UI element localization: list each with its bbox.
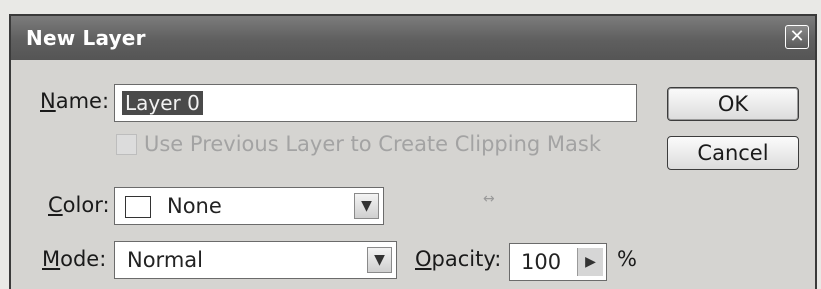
mode-label-rest: ode: [60, 247, 107, 271]
clipping-mask-label: Use Previous Layer to Create Clipping Ma… [144, 132, 601, 156]
opacity-input[interactable]: 100 ▶ [509, 243, 607, 281]
opacity-unit: % [617, 247, 637, 271]
opacity-label: Opacity: [415, 247, 502, 271]
dialog-body: Name: Layer 0 OK Cancel Use Previous Lay… [11, 60, 815, 289]
color-select[interactable]: None ▼ [114, 187, 384, 225]
mouse-cursor-icon: ↔ [483, 191, 495, 207]
color-select-value: None [167, 194, 222, 218]
color-swatch [125, 196, 151, 218]
mode-select-value: Normal [127, 248, 203, 272]
dialog-title: New Layer [26, 26, 146, 50]
opacity-label-rest: pacity: [431, 247, 502, 271]
clipping-mask-checkbox[interactable] [116, 134, 137, 155]
triangle-right-icon[interactable]: ▶ [577, 248, 603, 276]
close-icon[interactable]: ✕ [785, 25, 809, 49]
opacity-value: 100 [521, 250, 562, 274]
name-input[interactable]: Layer 0 [114, 84, 637, 122]
cancel-button[interactable]: Cancel [667, 136, 799, 170]
title-bar[interactable]: New Layer ✕ [11, 16, 815, 60]
color-label: Color: [48, 193, 110, 217]
name-label-rest: ame: [55, 89, 110, 113]
mode-label: Mode: [42, 247, 107, 271]
chevron-down-icon[interactable]: ▼ [354, 193, 379, 219]
color-label-rest: olor: [62, 193, 110, 217]
mode-select[interactable]: Normal ▼ [114, 241, 397, 279]
chevron-down-icon[interactable]: ▼ [367, 247, 392, 273]
new-layer-dialog: New Layer ✕ Name: Layer 0 OK Cancel Use … [9, 14, 817, 289]
name-input-value: Layer 0 [122, 91, 203, 115]
name-label: Name: [40, 89, 110, 113]
ok-button[interactable]: OK [667, 87, 799, 121]
